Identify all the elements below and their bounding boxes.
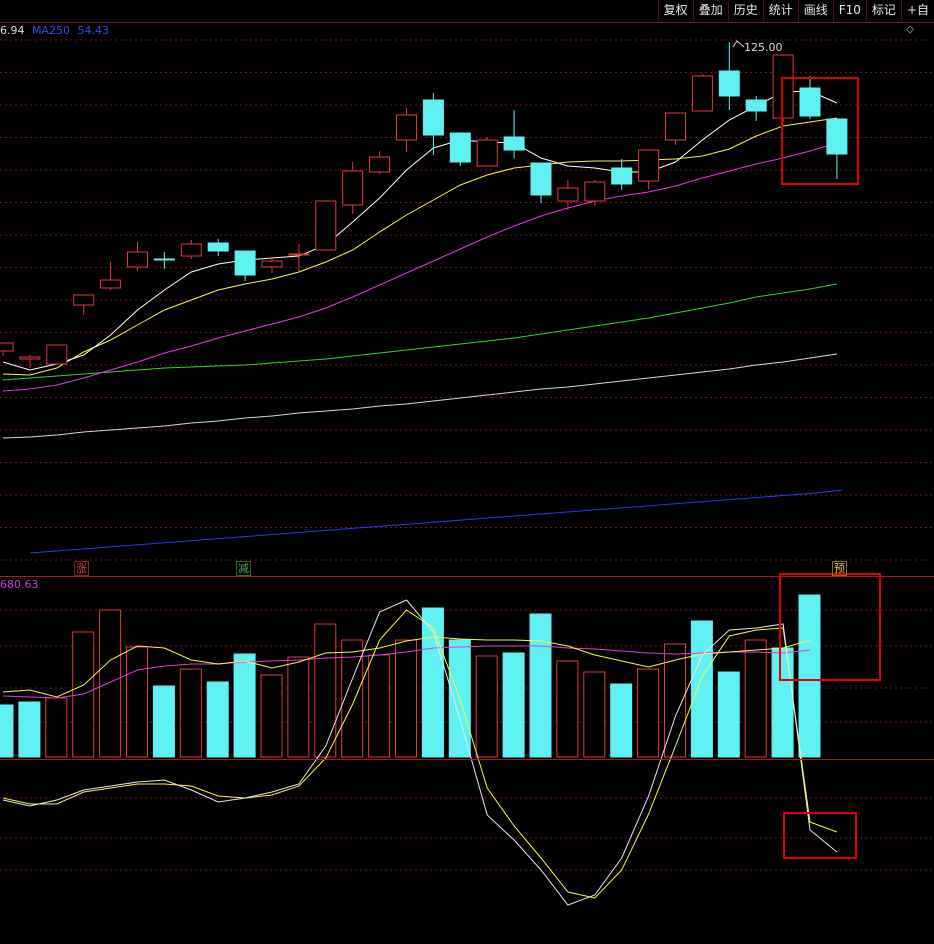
candle-body — [207, 242, 229, 252]
volume-bar — [99, 609, 122, 758]
volume-bar — [233, 653, 256, 758]
restore-rights-button[interactable]: 复权 — [657, 0, 693, 21]
volume-bar — [395, 639, 417, 758]
candle-body — [234, 250, 256, 276]
volume-bar — [179, 668, 202, 758]
candle-body — [665, 112, 686, 141]
candle-body — [557, 187, 579, 202]
f10-button[interactable]: F10 — [832, 0, 866, 21]
candle-body — [127, 251, 148, 268]
volume-bar — [18, 701, 41, 758]
volume-bar — [314, 623, 337, 758]
history-button[interactable]: 历史 — [727, 0, 763, 21]
candle-body — [799, 87, 821, 117]
price-volume-divider — [0, 576, 934, 577]
volume-bar — [556, 660, 579, 758]
candle-body — [153, 258, 175, 261]
candle-body — [0, 342, 14, 352]
event-tag-forecast[interactable]: 预 — [832, 561, 847, 576]
mark-button[interactable]: 标记 — [865, 0, 901, 21]
ma5-line — [2, 90, 838, 371]
ma250-line — [29, 489, 843, 554]
candle-body — [638, 149, 660, 182]
volume-bar — [45, 697, 68, 758]
ma250-value: 54.43 — [77, 24, 110, 37]
volume-bar — [475, 655, 498, 758]
volume-bar — [717, 671, 740, 758]
ma10-line — [2, 117, 837, 376]
candle-body — [396, 114, 417, 141]
volume-bar — [798, 594, 821, 758]
volume-bar — [529, 613, 552, 758]
moving-average-lines — [2, 90, 843, 554]
highlight-box-volume — [779, 573, 881, 681]
diamond-icon[interactable]: ◇ — [906, 24, 914, 35]
high-price-marker: 125.00 — [732, 40, 783, 54]
volume-bar — [744, 639, 767, 758]
toolbar: 复权 叠加 历史 统计 画线 F10 标记 +自 — [657, 0, 934, 22]
candle-body — [100, 279, 122, 289]
candle-body — [503, 136, 525, 151]
volume-bar — [771, 647, 794, 758]
volume-value: 680.63 — [0, 578, 39, 591]
volume-bar — [152, 685, 175, 758]
volume-bar — [421, 607, 444, 758]
volume-bar — [368, 654, 391, 758]
statistics-button[interactable]: 统计 — [762, 0, 798, 21]
ma-prev-value: 6.94 — [0, 24, 25, 37]
candle-body — [73, 294, 95, 306]
candle-body — [180, 243, 202, 257]
volume-bar — [610, 683, 633, 758]
volume-bar — [502, 652, 525, 758]
candle-body — [449, 132, 471, 163]
ma250-label: MA250 — [32, 24, 71, 37]
volume-bar — [287, 656, 310, 758]
candle-body — [772, 54, 794, 119]
volume-bar — [206, 681, 229, 758]
candle-body — [46, 344, 68, 365]
volume-oscillator-divider — [0, 759, 934, 760]
candle-body — [19, 356, 41, 360]
candle-body — [691, 75, 713, 112]
volume-bar — [583, 671, 606, 758]
volume-bar — [690, 620, 713, 758]
highlight-boxes — [779, 77, 881, 859]
add-watchlist-button[interactable]: +自 — [900, 0, 934, 21]
candle-body — [342, 170, 364, 206]
candle-body — [261, 260, 283, 268]
candle-body — [584, 181, 606, 202]
event-tag-reduce[interactable]: 减 — [236, 561, 251, 576]
toolbar-divider — [0, 22, 934, 23]
candle-body — [611, 167, 633, 185]
volume-legend: 680.63 — [0, 578, 39, 591]
candle-body — [745, 99, 767, 112]
volume-bar — [260, 674, 283, 758]
highlight-box-oscillator — [783, 812, 857, 859]
candle-body — [476, 139, 498, 167]
candle-body — [288, 253, 310, 256]
candle-body — [422, 99, 444, 136]
volume-bar — [126, 646, 148, 758]
candle-body — [826, 118, 848, 155]
ma120-line — [2, 353, 837, 439]
event-tag-rise[interactable]: 涨 — [74, 561, 89, 576]
high-price-label: 125.00 — [744, 41, 783, 54]
candle-body — [718, 70, 740, 97]
stock-chart[interactable]: 125.00 — [0, 0, 934, 944]
draw-line-button[interactable]: 画线 — [797, 0, 833, 21]
volume-bar — [637, 668, 660, 758]
overlay-button[interactable]: 叠加 — [692, 0, 728, 21]
candle-body — [369, 156, 391, 173]
candle-body — [530, 162, 552, 196]
ma-legend: 6.94 MA250 54.43 — [0, 24, 109, 37]
volume-bar — [0, 704, 14, 758]
candle-body — [315, 200, 337, 251]
